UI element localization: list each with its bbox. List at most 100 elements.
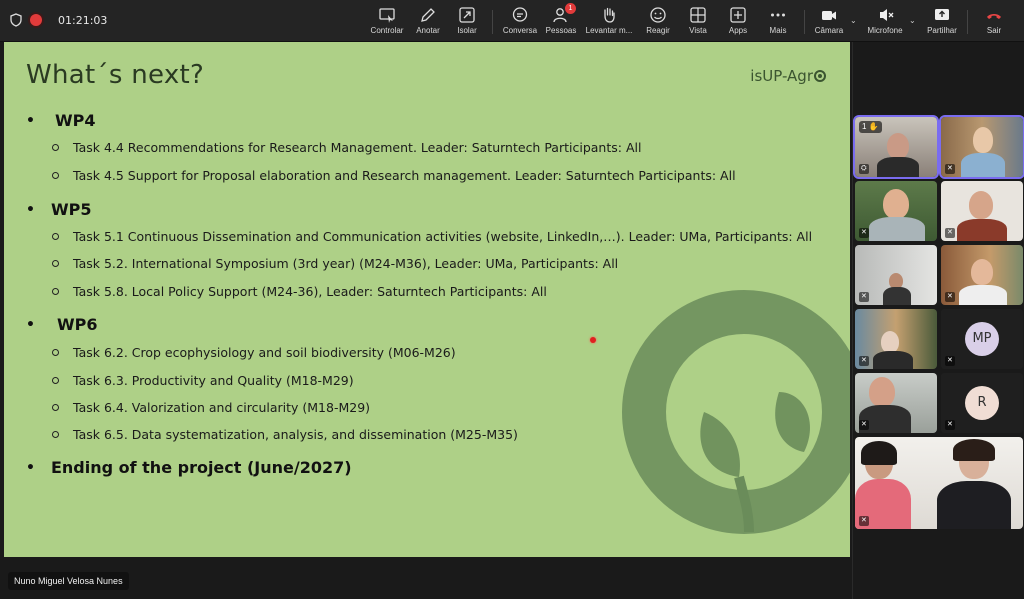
conversa-label: Conversa (502, 26, 538, 35)
raise-hand-button[interactable]: Levantar m... (584, 6, 634, 38)
pessoas-label: Pessoas (545, 26, 577, 35)
participant-status-icon: ⛭ (859, 164, 869, 174)
brand-o-icon (814, 70, 826, 82)
anotar-label: Anotar (416, 26, 440, 35)
mais-label: Mais (769, 26, 787, 35)
microphone-options-chevron-icon[interactable]: ⌄ (909, 16, 916, 25)
isolate-icon (459, 7, 475, 23)
section-heading: • WP6 (26, 315, 98, 334)
mic-muted-icon: ✕ (945, 420, 955, 430)
participant-tile[interactable]: ✕ (941, 181, 1023, 241)
camera-label: Câmara (814, 26, 844, 35)
participant-avatar: MP (965, 322, 999, 356)
mic-muted-icon: ✕ (859, 420, 869, 430)
share-button[interactable]: Partilhar (924, 6, 960, 38)
apps-icon (730, 7, 746, 23)
mic-muted-icon: ✕ (859, 292, 869, 302)
emoji-icon (650, 7, 666, 23)
apps-label: Apps (728, 26, 748, 35)
chat-icon (512, 7, 528, 22)
laser-pointer-icon (590, 337, 596, 343)
brand-text: isUP-Agr (750, 67, 813, 85)
participant-tile[interactable]: ✕ (855, 437, 1023, 529)
shield-icon[interactable] (10, 13, 22, 27)
reagir-button[interactable]: Reagir (643, 6, 673, 38)
participant-tile[interactable]: ✕ (855, 373, 937, 433)
camera-button[interactable]: Câmara (812, 6, 846, 38)
participant-tile[interactable]: ✕ (855, 245, 937, 305)
vista-label: Vista (689, 26, 707, 35)
task-item: Task 4.4 Recommendations for Research Ma… (52, 140, 641, 155)
meeting-timer: 01:21:03 (58, 13, 108, 27)
grid-view-icon (690, 7, 706, 23)
mic-muted-icon: ✕ (859, 228, 869, 238)
remote-control-icon (379, 8, 395, 23)
more-icon (771, 13, 785, 17)
recording-icon[interactable] (30, 14, 42, 26)
presentation-slide: What´s next? isUP-Agr • WP4 Task 4.4 Reco… (4, 42, 850, 557)
section-heading: • WP4 (26, 111, 96, 130)
section-heading: • WP5 (26, 200, 92, 219)
raised-hand-badge: 1 ✋ (859, 121, 882, 133)
vista-button[interactable]: Vista (684, 6, 712, 38)
isolar-button[interactable]: Isolar (451, 6, 483, 38)
toolbar-divider (967, 10, 968, 34)
toolbar-divider (804, 10, 805, 34)
task-item: Task 6.2. Crop ecophysiology and soil bi… (52, 345, 456, 360)
raise-hand-icon (604, 7, 615, 23)
meeting-window: 01:21:03 Controlar Anotar Isolar Convers… (0, 0, 1024, 599)
microphone-label: Microfone (867, 26, 903, 35)
mic-muted-icon: ✕ (945, 164, 955, 174)
participant-tile[interactable]: ✕ (939, 115, 1024, 179)
mais-button[interactable]: Mais (764, 6, 792, 38)
apps-button[interactable]: Apps (724, 6, 752, 38)
isolar-label: Isolar (457, 26, 477, 35)
mic-muted-icon: ✕ (945, 356, 955, 366)
brand-logo: isUP-Agr (750, 67, 826, 85)
mic-muted-icon (880, 9, 894, 21)
participant-tile[interactable]: R ✕ (941, 373, 1023, 433)
leave-icon (987, 14, 1001, 19)
pencil-icon (421, 8, 435, 22)
participant-tile[interactable]: ✕ (855, 181, 937, 241)
raise-hand-label: Levantar m... (585, 26, 633, 35)
microphone-button[interactable]: Microfone (864, 6, 906, 38)
task-item: Task 5.1 Continuous Dissemination and Co… (52, 229, 812, 244)
leave-button[interactable]: Sair (980, 6, 1008, 38)
task-item: Task 5.2. International Symposium (3rd y… (52, 256, 618, 271)
pessoas-button[interactable]: 1 Pessoas (544, 3, 578, 38)
camera-icon (822, 11, 836, 20)
controlar-button[interactable]: Controlar (368, 6, 406, 38)
meeting-toolbar: 01:21:03 Controlar Anotar Isolar Convers… (0, 0, 1024, 42)
task-item: Task 6.3. Productivity and Quality (M18-… (52, 373, 354, 388)
task-item: Task 5.8. Local Policy Support (M24-36),… (52, 284, 547, 299)
presenter-name-label: Nuno Miguel Velosa Nunes (8, 572, 129, 590)
reagir-label: Reagir (646, 26, 670, 35)
share-icon (935, 9, 949, 20)
share-label: Partilhar (927, 26, 957, 35)
camera-options-chevron-icon[interactable]: ⌄ (850, 16, 857, 25)
conversa-button[interactable]: Conversa (501, 6, 539, 38)
participant-tile[interactable]: 1 ✋ ⛭ (853, 115, 939, 179)
task-item: Task 6.5. Data systematization, analysis… (52, 427, 518, 442)
task-item: Task 4.5 Support for Proposal elaboratio… (52, 168, 736, 183)
leave-label: Sair (986, 26, 1002, 35)
people-count-badge: 1 (565, 3, 576, 14)
meeting-status: 01:21:03 (10, 13, 107, 27)
mic-muted-icon: ✕ (945, 228, 955, 238)
task-item: Task 6.4. Valorization and circularity (… (52, 400, 370, 415)
participant-tile[interactable]: MP ✕ (941, 309, 1023, 369)
toolbar-divider (492, 10, 493, 34)
participant-tile[interactable]: ✕ (855, 309, 937, 369)
mic-muted-icon: ✕ (859, 356, 869, 366)
mic-muted-icon: ✕ (945, 292, 955, 302)
participant-tile[interactable]: ✕ (941, 245, 1023, 305)
anotar-button[interactable]: Anotar (411, 6, 445, 38)
participants-gallery: 1 ✋ ⛭ ✕ ✕ ✕ ✕ ✕ ✕ MP ✕ ✕ R ✕ ✕ (852, 42, 1024, 599)
mic-muted-icon: ✕ (859, 516, 869, 526)
participant-avatar: R (965, 386, 999, 420)
slide-title: What´s next? (26, 60, 205, 90)
leaf-logo-watermark-icon (622, 290, 850, 534)
controlar-label: Controlar (370, 26, 404, 35)
closing-bullet: • Ending of the project (June/2027) (26, 458, 352, 477)
